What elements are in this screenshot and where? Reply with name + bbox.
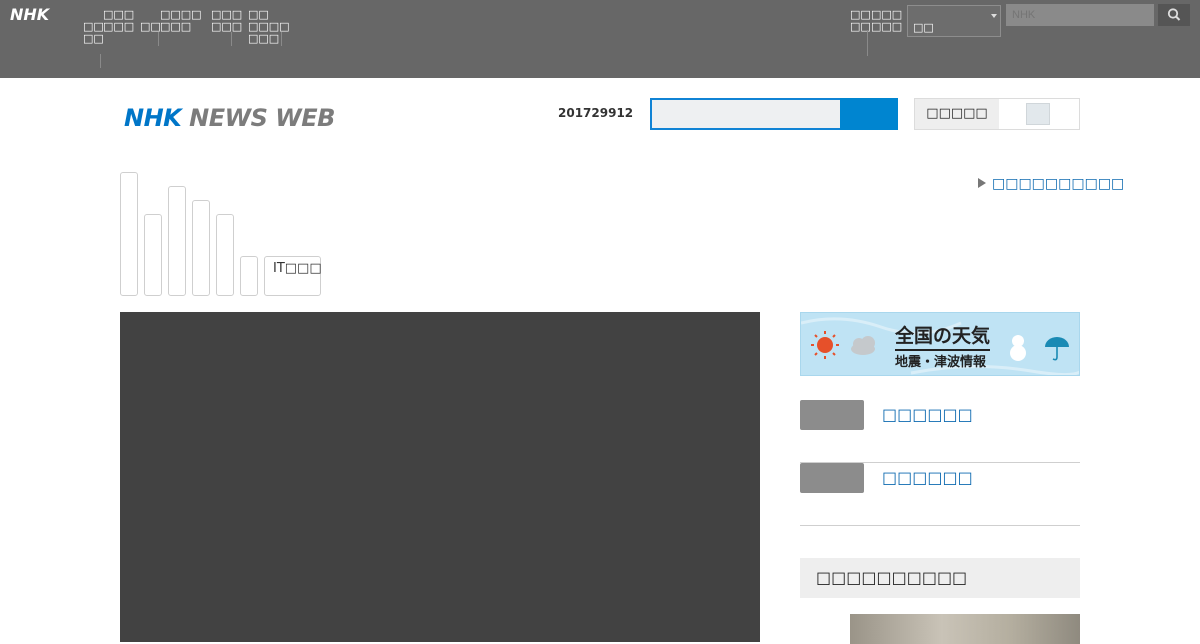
nav-divider bbox=[158, 32, 159, 46]
category-tab[interactable] bbox=[120, 172, 138, 296]
ranking-heading: □□□□□□□□□□ bbox=[800, 558, 1080, 598]
arrow-right-icon bbox=[978, 178, 986, 188]
top-right-link[interactable]: □□□□□□□□□□ bbox=[978, 176, 1124, 192]
category-tab[interactable] bbox=[240, 256, 258, 296]
category-tab[interactable] bbox=[192, 200, 210, 296]
global-nav-item-5[interactable]: □□□ □□□ bbox=[211, 9, 242, 33]
category-tab[interactable] bbox=[144, 214, 162, 296]
nhk-logo[interactable]: NHK bbox=[10, 5, 49, 24]
side-link-item[interactable]: □□□□□□ bbox=[800, 463, 1080, 526]
category-tab[interactable] bbox=[216, 214, 234, 296]
global-nav-item-4[interactable]: □□□□ □□□ bbox=[160, 9, 202, 33]
weather-title: 全国の天気 bbox=[895, 321, 991, 351]
cloud-icon bbox=[851, 336, 875, 355]
side-link-label: □□□□□□ bbox=[882, 405, 973, 424]
nav-divider bbox=[867, 30, 868, 56]
nav-divider bbox=[100, 54, 101, 68]
nav-divider bbox=[281, 32, 282, 46]
global-nav-right-item-2[interactable]: □□□ □□□ bbox=[871, 9, 902, 33]
search-icon bbox=[1167, 8, 1181, 21]
site-search-input[interactable] bbox=[650, 98, 842, 130]
brand-nhk: NHK bbox=[124, 104, 182, 132]
nhk-search-button[interactable] bbox=[1158, 4, 1190, 26]
top-right-link-label: □□□□□□□□□□ bbox=[992, 176, 1125, 192]
side-link-item[interactable]: □□□□□□ bbox=[800, 400, 1080, 463]
global-nav-item-6[interactable]: □□ □□□□ □□□ bbox=[248, 9, 290, 45]
weather-subtitle: 地震・津波情報 bbox=[895, 355, 987, 370]
category-tab-label: IT□□□ bbox=[273, 261, 322, 276]
news-web-logo[interactable]: NHK NEWS WEB bbox=[124, 104, 335, 132]
category-tab-it[interactable]: IT□□□ bbox=[264, 256, 322, 296]
nav-divider bbox=[231, 32, 232, 46]
site-search-button[interactable] bbox=[840, 98, 898, 130]
side-link-label: □□□□□□ bbox=[882, 468, 973, 487]
video-player[interactable] bbox=[120, 312, 760, 642]
global-nav-item-1[interactable]: □□ □□ bbox=[83, 21, 104, 45]
umbrella-icon bbox=[1045, 337, 1069, 361]
font-size-toggle[interactable] bbox=[1026, 103, 1050, 125]
region-select-value: □□ bbox=[913, 21, 934, 34]
side-link-thumbnail bbox=[800, 463, 864, 493]
weather-banner[interactable]: 全国の天気 地震・津波情報 bbox=[800, 312, 1080, 376]
font-size-label: □□□□□ bbox=[915, 99, 999, 129]
global-nav-bar: NHK □□ □□ □□□ □□□ □□ □□□□ □□□ □□□ □□□ □□… bbox=[0, 0, 1200, 78]
region-select[interactable]: □□ bbox=[907, 5, 1001, 37]
brand-news-web: NEWS WEB bbox=[189, 104, 335, 132]
global-nav-item-2[interactable]: □□□ □□□ bbox=[103, 9, 134, 33]
font-size-switcher: □□□□□ bbox=[914, 98, 1080, 130]
ranking-thumbnail[interactable] bbox=[850, 614, 1080, 644]
category-tab[interactable] bbox=[168, 186, 186, 296]
side-link-thumbnail bbox=[800, 400, 864, 430]
nhk-search-input[interactable] bbox=[1006, 4, 1154, 26]
chevron-down-icon bbox=[991, 14, 997, 18]
snowman-icon bbox=[1010, 335, 1026, 361]
current-date: 201729912 bbox=[558, 106, 634, 120]
sun-icon bbox=[811, 331, 839, 359]
